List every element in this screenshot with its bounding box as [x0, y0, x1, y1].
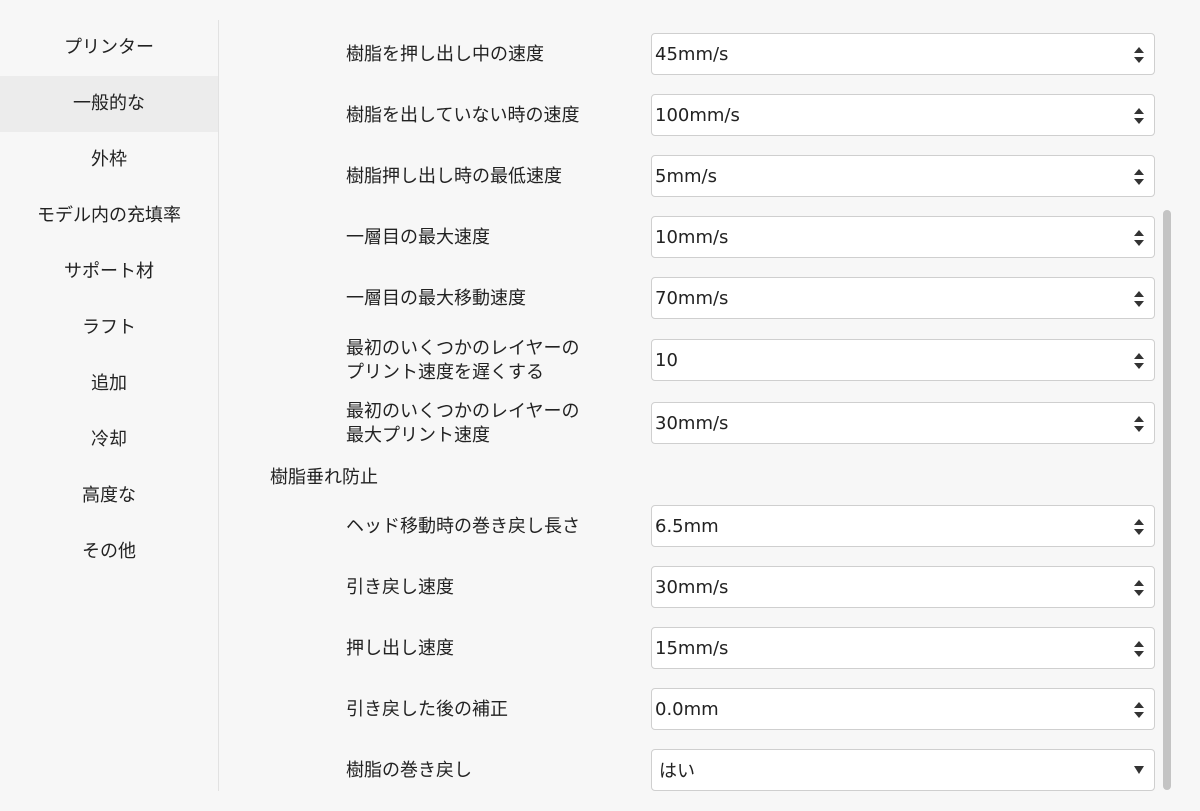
setting-label: 一層目の最大移動速度: [346, 288, 526, 309]
setting-label: ヘッド移動時の巻き戻し長さ: [346, 516, 580, 537]
sidebar-item-perimeter[interactable]: 外枠: [0, 132, 218, 188]
field-value: 100mm/s: [655, 104, 740, 126]
field-value: 45mm/s: [655, 43, 729, 65]
setting-label: 引き戻し速度: [346, 577, 454, 598]
sidebar-item-other[interactable]: その他: [0, 524, 218, 580]
setting-row-first-layer-max-travel-speed: 一層目の最大移動速度 70mm/s: [219, 277, 1159, 321]
scrollbar[interactable]: [1163, 210, 1171, 790]
sidebar-item-infill[interactable]: モデル内の充填率: [0, 188, 218, 244]
up-down-arrows-icon[interactable]: [1133, 45, 1145, 65]
field-value: 5mm/s: [655, 165, 717, 187]
setting-label-line-2: プリント速度を遅くする: [346, 362, 544, 383]
field-value: 30mm/s: [655, 412, 729, 434]
up-down-arrows-icon[interactable]: [1133, 517, 1145, 537]
slow-layers-max-speed-stepper[interactable]: 30mm/s: [651, 402, 1155, 444]
setting-row-slow-layers-max-speed: 最初のいくつかのレイヤーの 最大プリント速度 30mm/s: [219, 401, 1159, 446]
field-value: 10mm/s: [655, 226, 729, 248]
retract-speed-stepper[interactable]: 30mm/s: [651, 566, 1155, 608]
field-value: 15mm/s: [655, 637, 729, 659]
setting-label: 樹脂を押し出し中の速度: [346, 44, 544, 65]
sidebar-item-advanced[interactable]: 高度な: [0, 468, 218, 524]
sidebar-item-raft[interactable]: ラフト: [0, 300, 218, 356]
setting-row-filament-retract: 樹脂の巻き戻し はい: [219, 749, 1159, 793]
first-layer-max-travel-speed-stepper[interactable]: 70mm/s: [651, 277, 1155, 319]
field-value: 10: [655, 349, 678, 371]
sidebar-item-printer[interactable]: プリンター: [0, 20, 218, 76]
setting-label-line-2: 最大プリント速度: [346, 425, 490, 446]
up-down-arrows-icon[interactable]: [1133, 228, 1145, 248]
first-layer-max-speed-stepper[interactable]: 10mm/s: [651, 216, 1155, 258]
setting-row-extrude-speed: 樹脂を押し出し中の速度 45mm/s: [219, 33, 1159, 77]
field-value: 70mm/s: [655, 287, 729, 309]
field-value: 0.0mm: [655, 698, 719, 720]
setting-label: 樹脂押し出し時の最低速度: [346, 166, 562, 187]
setting-row-slow-layers: 最初のいくつかのレイヤーの プリント速度を遅くする 10: [219, 338, 1159, 383]
up-down-arrows-icon[interactable]: [1133, 414, 1145, 434]
sidebar-item-support[interactable]: サポート材: [0, 244, 218, 300]
field-value: 30mm/s: [655, 576, 729, 598]
travel-speed-stepper[interactable]: 100mm/s: [651, 94, 1155, 136]
up-down-arrows-icon[interactable]: [1133, 106, 1145, 126]
settings-window: プリンター 一般的な 外枠 モデル内の充填率 サポート材 ラフト 追加 冷却 高…: [0, 0, 1200, 811]
setting-label: 最初のいくつかのレイヤーの 最大プリント速度: [346, 398, 636, 450]
scrollbar-thumb[interactable]: [1163, 210, 1171, 790]
retract-offset-stepper[interactable]: 0.0mm: [651, 688, 1155, 730]
up-down-arrows-icon[interactable]: [1133, 639, 1145, 659]
field-value: 6.5mm: [655, 515, 719, 537]
setting-row-retract-speed: 引き戻し速度 30mm/s: [219, 566, 1159, 610]
setting-row-min-extrude-speed: 樹脂押し出し時の最低速度 5mm/s: [219, 155, 1159, 199]
settings-sidebar: プリンター 一般的な 外枠 モデル内の充填率 サポート材 ラフト 追加 冷却 高…: [0, 20, 219, 791]
setting-row-first-layer-max-speed: 一層目の最大速度 10mm/s: [219, 216, 1159, 260]
sidebar-item-additional[interactable]: 追加: [0, 356, 218, 412]
setting-label: 樹脂の巻き戻し: [346, 760, 472, 781]
retract-length-stepper[interactable]: 6.5mm: [651, 505, 1155, 547]
setting-label-line-1: 最初のいくつかのレイヤーの: [346, 401, 580, 422]
up-down-arrows-icon[interactable]: [1133, 351, 1145, 371]
sidebar-item-general[interactable]: 一般的な: [0, 76, 218, 132]
extrude-speed-stepper[interactable]: 45mm/s: [651, 33, 1155, 75]
up-down-arrows-icon[interactable]: [1133, 578, 1145, 598]
sidebar-item-cooling[interactable]: 冷却: [0, 412, 218, 468]
up-down-arrows-icon[interactable]: [1133, 167, 1145, 187]
setting-row-prime-speed: 押し出し速度 15mm/s: [219, 627, 1159, 671]
settings-panel: 樹脂を押し出し中の速度 45mm/s 樹脂を出していない時の速度 100mm/s…: [219, 0, 1200, 811]
setting-label: 最初のいくつかのレイヤーの プリント速度を遅くする: [346, 335, 636, 387]
setting-row-retract-offset: 引き戻した後の補正 0.0mm: [219, 688, 1159, 732]
filament-retract-select[interactable]: はい: [651, 749, 1155, 791]
min-extrude-speed-stepper[interactable]: 5mm/s: [651, 155, 1155, 197]
setting-label-line-1: 最初のいくつかのレイヤーの: [346, 338, 580, 359]
up-down-arrows-icon[interactable]: [1133, 700, 1145, 720]
caret-down-icon[interactable]: [1134, 766, 1144, 774]
setting-row-travel-speed: 樹脂を出していない時の速度 100mm/s: [219, 94, 1159, 138]
setting-label: 一層目の最大速度: [346, 227, 490, 248]
setting-label: 樹脂を出していない時の速度: [346, 105, 580, 126]
section-title-retraction: 樹脂垂れ防止: [270, 467, 378, 488]
up-down-arrows-icon[interactable]: [1133, 289, 1145, 309]
setting-label: 引き戻した後の補正: [346, 699, 508, 720]
setting-row-retract-length: ヘッド移動時の巻き戻し長さ 6.5mm: [219, 505, 1159, 549]
prime-speed-stepper[interactable]: 15mm/s: [651, 627, 1155, 669]
field-value: はい: [659, 761, 695, 782]
setting-label: 押し出し速度: [346, 638, 454, 659]
slow-layers-stepper[interactable]: 10: [651, 339, 1155, 381]
